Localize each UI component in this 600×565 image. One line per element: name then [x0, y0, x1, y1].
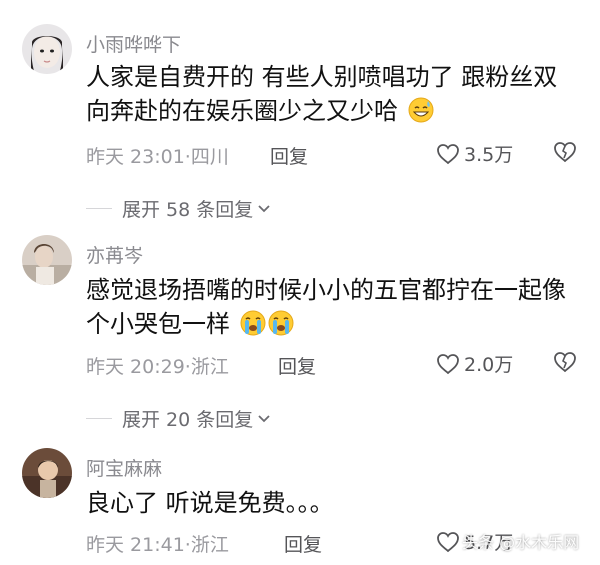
heart-outline-icon	[437, 353, 459, 374]
username[interactable]: 阿宝麻麻	[86, 454, 162, 481]
reply-button[interactable]: 回复	[284, 530, 322, 557]
broken-heart-icon	[554, 352, 576, 373]
avatar[interactable]	[22, 24, 72, 74]
expand-divider	[86, 418, 112, 419]
comment-text: 良心了 听说是免费。。。	[86, 489, 334, 517]
expand-divider	[86, 208, 112, 209]
username[interactable]: 亦苒岑	[86, 241, 143, 268]
loudly-crying-emoji	[268, 310, 294, 336]
grinning-sweat-emoji	[408, 97, 434, 123]
comment-text: 人家是自费开的 有些人别喷唱功了 跟粉丝双向奔赴的在娱乐圈少之又少哈	[86, 63, 558, 125]
reply-button[interactable]: 回复	[270, 142, 308, 169]
comment-text: 感觉退场捂嘴的时候小小的五官都拧在一起像个小哭包一样	[86, 276, 566, 338]
username[interactable]: 小雨哗哗下	[86, 30, 181, 57]
timestamp-location: 昨天 21:41·浙江	[86, 534, 229, 556]
avatar[interactable]	[22, 235, 72, 285]
comment-item: 亦苒岑 感觉退场捂嘴的时候小小的五官都拧在一起像个小哭包一样 昨天 20:29·…	[0, 235, 600, 435]
like-button[interactable]: 3.5万	[436, 140, 513, 167]
like-button[interactable]: 2.0万	[436, 350, 513, 377]
like-count: 3.5万	[464, 144, 514, 166]
broken-heart-icon	[554, 142, 576, 163]
timestamp-location: 昨天 20:29·浙江	[86, 356, 229, 378]
reply-button[interactable]: 回复	[278, 352, 316, 379]
like-count: 2.0万	[464, 354, 514, 376]
expand-replies-label: 展开 58 条回复	[122, 199, 254, 221]
watermark: 头条 @水木乐网	[462, 522, 596, 560]
heart-outline-icon	[437, 143, 459, 164]
chevron-down-icon	[258, 414, 270, 422]
expand-replies-button[interactable]: 展开 20 条回复	[86, 405, 271, 432]
loudly-crying-emoji	[240, 310, 266, 336]
avatar[interactable]	[22, 448, 72, 498]
dislike-button[interactable]	[553, 351, 577, 377]
watermark-text: 头条 @水木乐网	[462, 533, 580, 552]
expand-replies-button[interactable]: 展开 58 条回复	[86, 195, 271, 222]
dislike-button[interactable]	[553, 141, 577, 167]
timestamp-location: 昨天 23:01·四川	[86, 146, 229, 168]
chevron-down-icon	[258, 204, 270, 212]
heart-outline-icon	[437, 531, 459, 552]
expand-replies-label: 展开 20 条回复	[122, 409, 254, 431]
comment-item: 小雨哗哗下 人家是自费开的 有些人别喷唱功了 跟粉丝双向奔赴的在娱乐圈少之又少哈…	[0, 0, 600, 221]
